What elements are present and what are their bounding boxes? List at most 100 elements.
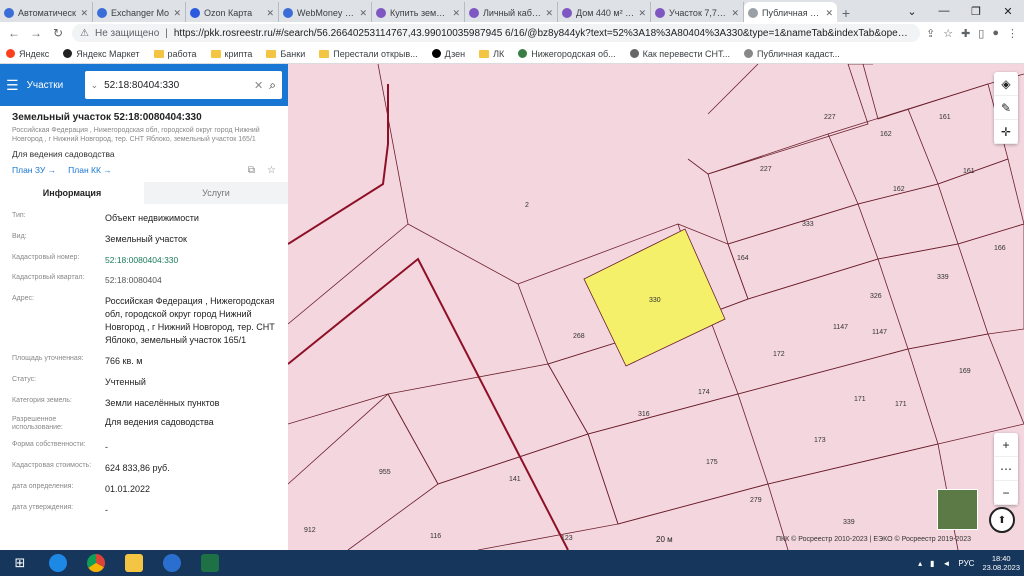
bookmark-star-icon[interactable]: ☆ [943, 27, 953, 40]
windows-start-icon[interactable]: ⊞ [4, 552, 36, 574]
plan-zu-link[interactable]: План ЗУ → [12, 165, 56, 175]
search-bar: ☰ Участки ⌄ 52:18:80404:330 ✕ ⌕ [0, 64, 288, 106]
bookmark-item[interactable]: Как перевести СНТ... [629, 49, 730, 59]
parcel-label: 227 [760, 166, 772, 173]
bookmark-item[interactable]: Яндекс Маркет [63, 49, 140, 59]
parcel-label: 279 [750, 497, 762, 504]
close-tab-icon[interactable]: ✕ [359, 8, 367, 19]
tab-title: WebMoney Кел [297, 8, 356, 18]
warning-icon[interactable]: ⚠ [80, 28, 89, 39]
zoom-in-button[interactable]: + [994, 433, 1018, 457]
tray-arrow-icon[interactable]: ▴ [918, 559, 922, 568]
browser-tab[interactable]: Exchanger Mo ✕ [93, 2, 186, 24]
basemap-thumbnail[interactable] [937, 489, 978, 530]
chrome-icon[interactable] [80, 552, 112, 574]
parcel-label: 123 [561, 535, 573, 542]
search-icon[interactable]: ⌕ [269, 78, 276, 93]
bookmark-item[interactable]: Дзен [431, 49, 465, 59]
reload-icon[interactable]: ↻ [50, 25, 66, 41]
bookmark-folder[interactable]: работа [153, 49, 197, 59]
compass-icon[interactable]: ⬆ [989, 507, 1015, 533]
bookmark-item[interactable]: Яндекс [6, 49, 49, 59]
share-icon[interactable]: ⇪ [926, 27, 935, 40]
zoom-out-button[interactable]: − [994, 481, 1018, 505]
chevron-down-icon[interactable]: ⌄ [91, 80, 99, 91]
ie-icon[interactable] [42, 552, 74, 574]
bookmark-folder[interactable]: Банки [266, 49, 305, 59]
close-tab-icon[interactable]: ✕ [545, 8, 553, 19]
toolbar-icons: ⇪ ☆ ✚ ▯ ● ⋮ [926, 27, 1018, 40]
file-explorer-icon[interactable] [118, 552, 150, 574]
browser-tab[interactable]: Участок 7,7 сот ✕ [651, 2, 744, 24]
close-window-button[interactable]: ✕ [992, 0, 1024, 22]
url-text[interactable]: https://pkk.rosreestr.ru/#/search/56.266… [174, 28, 912, 39]
clear-icon[interactable]: ✕ [254, 79, 263, 92]
attribute-key: Кадастровая стоимость: [12, 461, 92, 469]
clock[interactable]: 18:40 23.08.2023 [982, 554, 1020, 573]
profile-icon[interactable]: ● [992, 27, 999, 40]
zoom-controls: + ⋯ − [994, 433, 1018, 505]
object-address: Российская Федерация , Нижегородская обл… [12, 127, 260, 144]
cadastral-number-link[interactable]: 52:18:0080404:330 [105, 254, 276, 266]
tab-search-icon[interactable]: ⌄ [896, 0, 928, 22]
browser-tab[interactable]: WebMoney Кел ✕ [279, 2, 372, 24]
menu-icon[interactable]: ⋮ [1007, 27, 1018, 40]
hamburger-menu-icon[interactable]: ☰ [6, 77, 19, 94]
language-indicator[interactable]: РУС [958, 559, 974, 568]
back-icon[interactable]: ← [6, 25, 22, 41]
close-tab-icon[interactable]: ✕ [452, 8, 460, 19]
volume-icon[interactable]: ◄ [943, 559, 951, 568]
export-icon[interactable]: ⧉ [248, 165, 255, 176]
bookmark-folder[interactable]: ЛК [479, 49, 504, 59]
layers-icon[interactable]: ◈ [994, 72, 1018, 96]
browser-tab[interactable]: Автоматическ ✕ [0, 2, 93, 24]
bookmark-label: Яндекс [19, 48, 50, 59]
minimize-button[interactable]: — [928, 0, 960, 22]
forward-icon[interactable]: → [28, 25, 44, 41]
bookmark-item[interactable]: Нижегородская об... [518, 49, 616, 59]
bookmark-folder[interactable]: крипта [210, 49, 252, 59]
attribute-value: 624 833,86 руб. [105, 462, 170, 473]
browser-tab[interactable]: Ozon Карта ✕ [186, 2, 279, 24]
browser-tab-active[interactable]: Публичная кад ✕ [744, 2, 837, 24]
tab-services[interactable]: Услуги [144, 181, 288, 204]
close-tab-icon[interactable]: ✕ [731, 8, 739, 19]
bookmark-item[interactable]: Публичная кадаст... [744, 49, 840, 59]
maximize-button[interactable]: ❐ [960, 0, 992, 22]
browser-tab[interactable]: Личный кабин ✕ [465, 2, 558, 24]
cadastral-map[interactable]: 227 161 162 227 162 161 2 333 164 330 33… [288, 64, 1024, 550]
attribute-row: Форма собственности: - [12, 441, 276, 454]
close-tab-icon[interactable]: ✕ [80, 8, 88, 19]
clock-time: 18:40 [991, 553, 1011, 563]
close-tab-icon[interactable]: ✕ [266, 8, 274, 19]
search-type-select[interactable]: Участки [27, 80, 77, 91]
tab-favicon-icon [655, 8, 665, 18]
sidebar-icon[interactable]: ▯ [978, 27, 984, 40]
new-tab-button[interactable]: + [837, 2, 855, 24]
browser-tab[interactable]: Дом 440 м² на ✕ [558, 2, 651, 24]
attribute-row: дата утверждения: - [12, 504, 276, 517]
object-purpose: Для ведения садоводства [12, 148, 115, 159]
address-bar[interactable]: ⚠ Не защищено | https://pkk.rosreestr.ru… [72, 24, 920, 42]
bookmark-folder[interactable]: Перестали открыв... [319, 49, 418, 59]
close-tab-icon[interactable]: ✕ [638, 8, 646, 19]
browser-tab[interactable]: Купить земель ✕ [372, 2, 465, 24]
extension-icon[interactable]: ✚ [961, 27, 970, 40]
network-icon[interactable]: ▮ [930, 559, 934, 568]
security-label[interactable]: Не защищено [95, 28, 159, 39]
tab-info[interactable]: Информация [0, 181, 144, 204]
close-tab-icon[interactable]: ✕ [825, 8, 833, 19]
excel-icon[interactable] [194, 552, 226, 574]
ruler-icon[interactable]: ✎ [994, 96, 1018, 120]
more-options-icon[interactable]: ⋯ [994, 457, 1018, 481]
attribute-value: - [105, 504, 108, 515]
parcel-label: 333 [802, 221, 814, 228]
map-canvas[interactable]: 227 161 162 227 162 161 2 333 164 330 33… [288, 64, 1024, 550]
search-input[interactable]: 52:18:80404:330 [104, 80, 248, 91]
location-icon[interactable]: ✛ [994, 120, 1018, 144]
favorite-star-icon[interactable]: ☆ [267, 165, 276, 176]
plan-kk-link[interactable]: План КК → [68, 165, 112, 175]
webmoney-icon[interactable] [156, 552, 188, 574]
search-box[interactable]: ⌄ 52:18:80404:330 ✕ ⌕ [84, 71, 282, 99]
close-tab-icon[interactable]: ✕ [173, 8, 181, 19]
